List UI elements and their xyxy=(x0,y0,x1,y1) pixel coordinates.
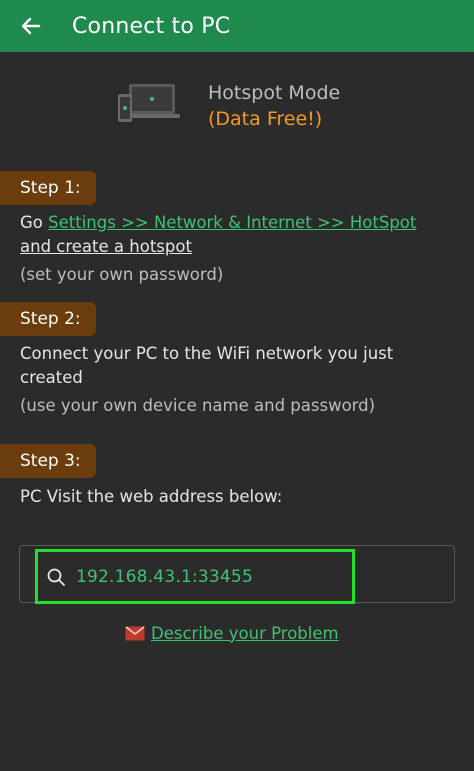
data-free-label: (Data Free!) xyxy=(208,108,323,130)
separator-2: >> xyxy=(311,213,350,232)
mail-icon xyxy=(125,625,145,640)
describe-problem-link[interactable]: Describe your Problem xyxy=(125,621,339,645)
back-button[interactable] xyxy=(0,0,62,52)
separator-1: >> xyxy=(115,213,154,232)
step-1-go: Go xyxy=(20,213,49,232)
hotspot-link[interactable]: HotSpot xyxy=(350,213,416,232)
step-1-badge: Step 1: xyxy=(0,171,96,205)
step-1-line2: and create a hotspot xyxy=(20,237,192,256)
step-3-text: PC Visit the web address below: xyxy=(20,487,283,506)
settings-link[interactable]: Settings xyxy=(48,213,116,232)
network-internet-link[interactable]: Network & Internet xyxy=(154,213,312,232)
step-2-badge: Step 2: xyxy=(0,302,96,336)
step-2-note: (use your own device name and password) xyxy=(20,396,376,415)
step-2-text: Connect your PC to the WiFi network you … xyxy=(20,342,440,418)
step-1-note: (set your own password) xyxy=(20,265,224,284)
search-icon xyxy=(46,567,66,587)
hotspot-mode-label: Hotspot Mode xyxy=(208,82,341,104)
step-3-badge: Step 3: xyxy=(0,444,96,478)
page-title: Connect to PC xyxy=(72,13,231,39)
hotspot-mode-header: Hotspot Mode (Data Free!) xyxy=(0,78,474,134)
step-2-instruction: Connect your PC to the WiFi network you … xyxy=(20,344,394,387)
app-bar: Connect to PC xyxy=(0,0,474,52)
arrow-left-icon xyxy=(21,17,41,35)
step-1-text: Go Settings >> Network & Internet >> Hot… xyxy=(20,211,460,287)
hero-text: Hotspot Mode (Data Free!) xyxy=(208,80,340,132)
devices-icon xyxy=(118,84,180,122)
address-highlight[interactable]: 192.168.43.1:33455 xyxy=(35,549,355,604)
web-address[interactable]: 192.168.43.1:33455 xyxy=(76,567,253,587)
describe-problem-label[interactable]: Describe your Problem xyxy=(151,624,339,643)
